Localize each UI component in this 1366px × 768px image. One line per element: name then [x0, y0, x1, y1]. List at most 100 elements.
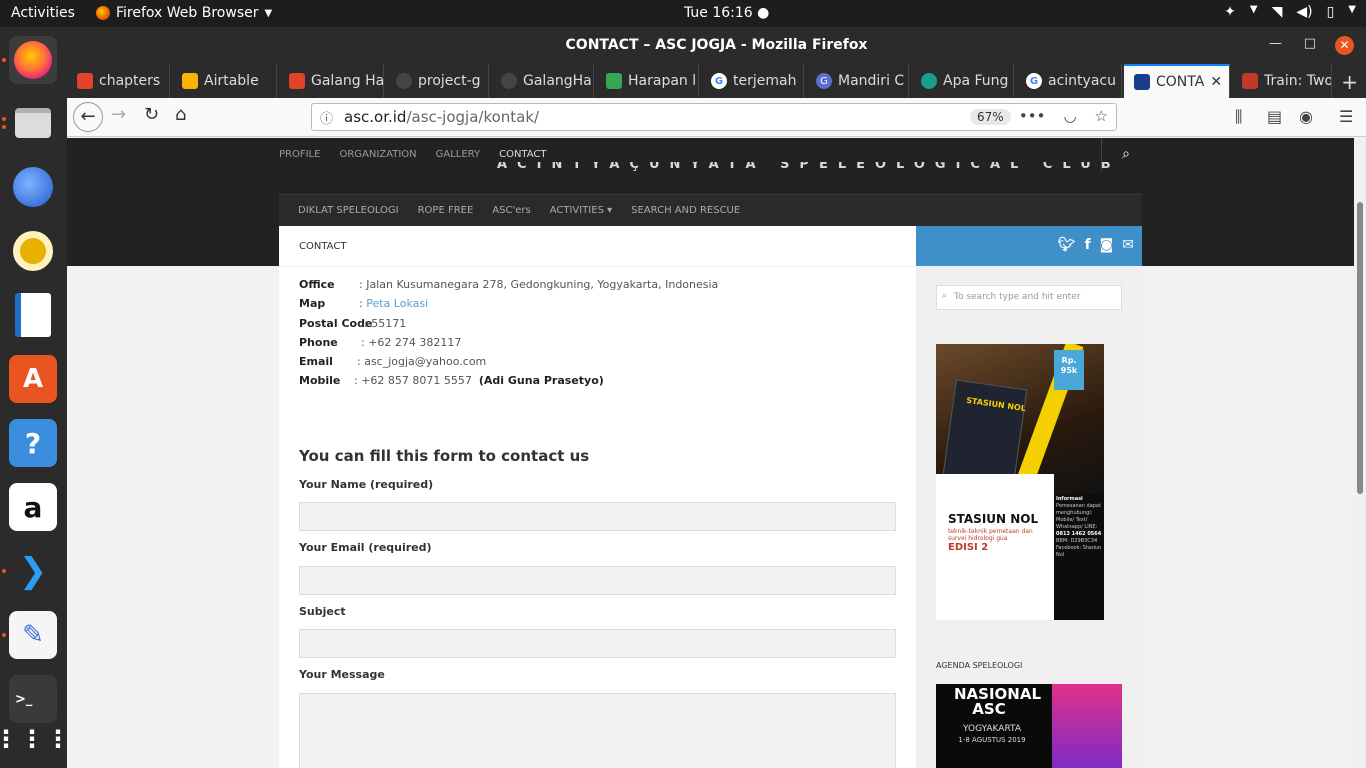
help-dock-icon[interactable]: ? [9, 419, 57, 467]
scrollbar-thumb[interactable] [1357, 202, 1363, 494]
message-field[interactable] [299, 693, 896, 768]
ubuntu-software-dock-icon[interactable]: A [9, 355, 57, 403]
search-icon[interactable]: ⌕ [1122, 146, 1130, 162]
email-value: : asc_jogja@yahoo.com [357, 355, 487, 368]
tab-harapan[interactable]: Harapan l [596, 64, 699, 98]
nav-profile[interactable]: PROFILE [279, 149, 320, 160]
nav-contact[interactable]: CONTACT [499, 149, 546, 160]
bookmark-star-icon[interactable]: ☆ [1095, 107, 1108, 125]
tab-galang-ha[interactable]: Galang Ha [279, 64, 384, 98]
asc-logo-icon [1134, 74, 1150, 90]
url-bar[interactable]: ⓘ asc.or.id/asc-jogja/kontak/ 67% ••• ◡ … [311, 103, 1117, 131]
account-icon[interactable]: ◉ [1299, 107, 1313, 126]
wifi-icon[interactable]: ◥ [1272, 4, 1283, 20]
email-row: Email: asc_jogja@yahoo.com [299, 355, 486, 368]
menu-icon[interactable]: ☰ [1339, 107, 1353, 126]
reload-button[interactable]: ↻ [144, 104, 159, 125]
maximize-button[interactable]: □ [1304, 36, 1316, 51]
accessibility-icon[interactable]: ✦ [1224, 4, 1236, 20]
running-indicator [2, 125, 6, 129]
main-content: CONTACT Office: Jalan Kusumanegara 278, … [279, 226, 916, 768]
caret-down-icon: ▼ [264, 7, 273, 19]
tab-airtable[interactable]: Airtable [172, 64, 277, 98]
page-actions-icon[interactable]: ••• [1019, 107, 1046, 125]
thunderbird-dock-icon[interactable] [9, 163, 57, 211]
site-info-icon[interactable]: ⓘ [320, 108, 333, 127]
minimize-button[interactable]: — [1269, 36, 1282, 51]
url-text[interactable]: asc.or.id/asc-jogja/kontak/ [344, 108, 539, 126]
site-top-nav: PROFILE ORGANIZATION GALLERY CONTACT [279, 149, 566, 160]
map-link[interactable]: Peta Lokasi [366, 297, 428, 310]
home-button[interactable]: ⌂ [175, 104, 186, 125]
library-icon[interactable]: ⫼ [1235, 107, 1242, 127]
poster-subtitle: teknik-teknik pemetaan dan survei hidrol… [948, 528, 1033, 542]
window-titlebar[interactable]: CONTACT – ASC JOGJA - Mozilla Firefox — … [67, 27, 1366, 64]
form-heading: You can fill this form to contact us [299, 447, 590, 465]
tab-galangha[interactable]: GalangHa [491, 64, 594, 98]
close-tab-icon[interactable]: ✕ [1210, 74, 1222, 90]
gitlab-icon [77, 73, 93, 89]
phone-label: Phone [299, 336, 338, 349]
tab-label: project-g [418, 73, 481, 89]
nav-organization[interactable]: ORGANIZATION [339, 149, 416, 160]
page-scrollbar[interactable] [1354, 138, 1366, 768]
email-field[interactable] [299, 566, 896, 595]
mobile-contact-name: (Adi Guna Prasetyo) [478, 374, 604, 387]
mobile-row: Mobile: +62 857 8071 5557 (Adi Guna Pras… [299, 374, 604, 387]
office-label: Office [299, 278, 335, 291]
battery-icon[interactable]: ▯ [1327, 4, 1335, 20]
app-menu[interactable]: Firefox Web Browser ▼ [96, 5, 272, 21]
vscode-dock-icon[interactable]: ❯ [9, 547, 57, 595]
nav-gallery[interactable]: GALLERY [436, 149, 480, 160]
caret-down-icon: ▼ [1249, 4, 1258, 15]
rhythmbox-dock-icon[interactable] [9, 227, 57, 275]
sidebar-search-input[interactable]: ⌕ To search type and hit enter [936, 285, 1122, 310]
back-button[interactable]: ← [73, 102, 103, 132]
tab-project-g[interactable]: project-g [386, 64, 489, 98]
show-applications-icon[interactable]: ⋮⋮⋮ [0, 715, 70, 763]
tab-train-two[interactable]: Train: Two [1232, 64, 1332, 98]
mandiri-icon: G [816, 73, 832, 89]
pocket-icon[interactable]: ◡ [1063, 107, 1076, 125]
text-editor-dock-icon[interactable]: ✎ [9, 611, 57, 659]
instagram-icon[interactable]: ◙ [1100, 237, 1114, 253]
volume-icon[interactable]: ◀) [1296, 4, 1312, 20]
sidebar-icon[interactable]: ▤ [1267, 107, 1282, 126]
libreoffice-impress-dock-icon[interactable] [9, 291, 57, 339]
facebook-icon[interactable]: f [1085, 237, 1091, 253]
sidebar: ⌕ To search type and hit enter STASIUN N… [916, 266, 1142, 768]
subject-field[interactable] [299, 629, 896, 658]
close-window-button[interactable]: ✕ [1335, 36, 1354, 55]
club-name-logo[interactable]: ACINTYAÇUNYATA SPELEOLOGICAL CLUB [497, 162, 1121, 178]
web-page: PROFILE ORGANIZATION GALLERY CONTACT ⌕ A… [67, 138, 1354, 768]
poster-title: STASIUN NOL [948, 512, 1039, 526]
site-icon [921, 73, 937, 89]
tab-contact-active[interactable]: CONTA ✕ [1124, 64, 1230, 98]
twitter-icon[interactable]: 🐦︎ [1058, 237, 1076, 253]
tab-terjemah[interactable]: G terjemah [701, 64, 804, 98]
system-tray[interactable]: ✦ ▼ ◥ ◀) ▯ ▼ [1224, 4, 1356, 20]
new-tab-button[interactable]: + [1341, 70, 1358, 94]
tab-chapters[interactable]: chapters [67, 64, 170, 98]
agenda-banner[interactable]: NASIONAL ASC YOGYAKARTA 1-8 AGUSTUS 2019 [936, 684, 1122, 768]
tab-strip: chapters Airtable Galang Ha project-g Ga… [67, 64, 1366, 98]
tab-apa-fung[interactable]: Apa Fung [911, 64, 1014, 98]
zoom-indicator[interactable]: 67% [970, 109, 1011, 125]
stasiun-nol-poster[interactable]: STASIUN NOL Rp. 95k STASIUN NOL teknik-te… [936, 344, 1104, 620]
tab-mandiri[interactable]: G Mandiri C [806, 64, 909, 98]
forward-button[interactable]: → [111, 104, 126, 125]
tab-acintyacu[interactable]: G acintyacu [1016, 64, 1122, 98]
name-field[interactable] [299, 502, 896, 531]
nav-rope-free[interactable]: ROPE FREE [418, 205, 474, 216]
firefox-dock-icon[interactable] [9, 36, 57, 84]
nav-diklat-speleologi[interactable]: DIKLAT SPELEOLOGI [298, 205, 399, 216]
nav-ascers[interactable]: ASC'ers [492, 205, 530, 216]
clock[interactable]: Tue 16:16 ● [684, 5, 769, 21]
nav-search-and-rescue[interactable]: SEARCH AND RESCUE [631, 205, 740, 216]
activities-button[interactable]: Activities [11, 5, 75, 21]
nav-activities[interactable]: ACTIVITIES ▾ [550, 205, 612, 216]
mail-icon[interactable]: ✉ [1122, 237, 1134, 253]
email-label: Your Email (required) [299, 541, 432, 554]
amazon-dock-icon[interactable]: a [9, 483, 57, 531]
files-dock-icon[interactable] [9, 99, 57, 147]
